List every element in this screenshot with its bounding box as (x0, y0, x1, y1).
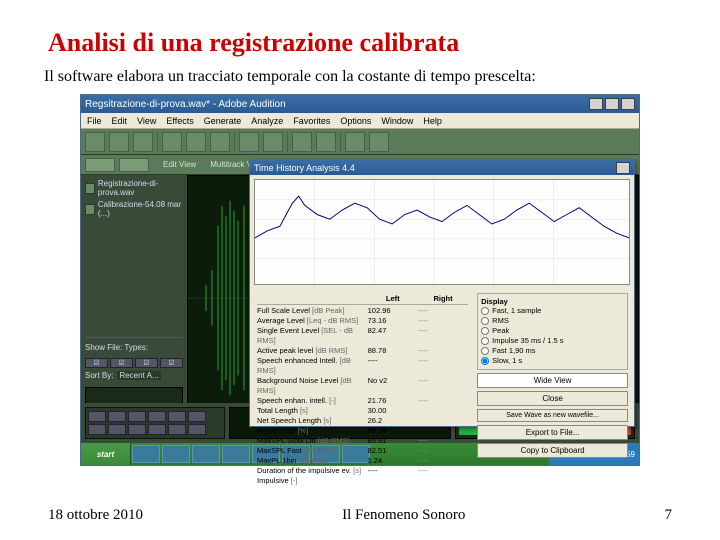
edit-view-button[interactable] (85, 158, 115, 172)
tool-select-icon[interactable] (316, 132, 336, 152)
sort-label: Sort By: (85, 371, 113, 380)
parameter-table: Left Right Full Scale Level [dB Peak]102… (254, 291, 471, 423)
tool-redo-icon[interactable] (263, 132, 283, 152)
file-icon (85, 183, 95, 194)
col-name (257, 294, 368, 303)
file-icon (85, 204, 95, 215)
copy-clipboard-button[interactable]: Copy to Clipboard (477, 443, 628, 458)
radio-peak[interactable] (481, 327, 489, 335)
slide-title: Analisi di una registrazione calibrata (48, 28, 680, 58)
rewind-button[interactable] (148, 411, 166, 422)
radio-fast-190[interactable] (481, 347, 489, 355)
menu-help[interactable]: Help (423, 116, 442, 126)
goto-start-button[interactable] (108, 424, 126, 435)
display-group: Display Fast, 1 sample RMS Peak Impulse … (477, 293, 628, 370)
filter-video[interactable]: ☑ (135, 358, 158, 368)
task-item[interactable] (192, 445, 220, 463)
record-button[interactable] (188, 411, 206, 422)
dialog-close-button[interactable] (616, 162, 630, 174)
close-dialog-button[interactable]: Close (477, 391, 628, 406)
start-button[interactable]: start (81, 443, 131, 465)
col-left: Left (368, 294, 418, 303)
filter-audio[interactable]: ☑ (85, 358, 108, 368)
filter-midi[interactable]: ☑ (160, 358, 183, 368)
menu-favorites[interactable]: Favorites (293, 116, 330, 126)
window-titlebar[interactable]: Regsitrazione-di-prova.wav* - Adobe Audi… (81, 95, 639, 113)
filter-loop[interactable]: ☑ (110, 358, 133, 368)
main-window: Regsitrazione-di-prova.wav* - Adobe Audi… (80, 94, 640, 466)
loop-button[interactable] (88, 424, 106, 435)
pause-button[interactable] (128, 411, 146, 422)
display-group-label: Display (481, 297, 624, 306)
radio-impulse[interactable] (481, 337, 489, 345)
menu-analyze[interactable]: Analyze (251, 116, 283, 126)
play-button[interactable] (88, 411, 106, 422)
tool-save-icon[interactable] (133, 132, 153, 152)
tool-new-icon[interactable] (85, 132, 105, 152)
file-panel: Registrazione-di-prova.wav Calibrazione-… (81, 175, 187, 421)
analysis-dialog: Time History Analysis 4.4 (249, 159, 635, 427)
radio-slow[interactable] (481, 357, 489, 365)
tool-copy-icon[interactable] (162, 132, 182, 152)
transport-controls (85, 407, 225, 439)
menu-effects[interactable]: Effects (166, 116, 193, 126)
menu-file[interactable]: File (87, 116, 102, 126)
tool-cut-icon[interactable] (186, 132, 206, 152)
radio-rms[interactable] (481, 317, 489, 325)
tool-open-icon[interactable] (109, 132, 129, 152)
footer-date: 18 ottobre 2010 (48, 507, 143, 524)
menu-edit[interactable]: Edit (112, 116, 128, 126)
file-item-1[interactable]: Registrazione-di-prova.wav (98, 179, 183, 197)
export-file-button[interactable]: Export to File... (477, 425, 628, 440)
maximize-button[interactable] (605, 98, 619, 110)
menu-generate[interactable]: Generate (204, 116, 242, 126)
tool-undo-icon[interactable] (239, 132, 259, 152)
sort-value[interactable]: Recent A... (117, 371, 160, 380)
zoom-out-button[interactable] (168, 424, 186, 435)
file-item-2[interactable]: Calibrazione-54.08 mar (...) (98, 200, 183, 218)
tool-zoom-icon[interactable] (292, 132, 312, 152)
col-right: Right (418, 294, 468, 303)
footer-center: Il Fenomeno Sonoro (342, 507, 465, 524)
zoom-in-button[interactable] (148, 424, 166, 435)
footer-page: 7 (664, 507, 672, 524)
dialog-title: Time History Analysis 4.4 (254, 163, 355, 173)
menu-view[interactable]: View (137, 116, 156, 126)
minimize-button[interactable] (589, 98, 603, 110)
main-toolbar (81, 129, 639, 155)
goto-end-button[interactable] (128, 424, 146, 435)
forward-button[interactable] (168, 411, 186, 422)
tool-paste-icon[interactable] (210, 132, 230, 152)
wide-view-button[interactable]: Wide View (477, 373, 628, 388)
task-item[interactable] (162, 445, 190, 463)
multitrack-view-button[interactable] (119, 158, 149, 172)
tool-options-icon[interactable] (345, 132, 365, 152)
filetype-label: Show File: Types: (85, 343, 183, 352)
edit-view-label: Edit View (163, 160, 196, 169)
dialog-titlebar[interactable]: Time History Analysis 4.4 (250, 160, 634, 175)
tool-help-icon[interactable] (369, 132, 389, 152)
close-button[interactable] (621, 98, 635, 110)
task-item[interactable] (222, 445, 250, 463)
menu-options[interactable]: Options (340, 116, 371, 126)
window-title: Regsitrazione-di-prova.wav* - Adobe Audi… (85, 99, 286, 110)
task-item[interactable] (132, 445, 160, 463)
menu-window[interactable]: Window (381, 116, 413, 126)
app-screenshot: Regsitrazione-di-prova.wav* - Adobe Audi… (80, 94, 640, 466)
radio-fast-1sample[interactable] (481, 307, 489, 315)
slide-subtitle: Il software elabora un tracciato tempora… (44, 68, 680, 86)
stop-button[interactable] (108, 411, 126, 422)
time-history-graph (254, 179, 630, 285)
menubar[interactable]: File Edit View Effects Generate Analyze … (81, 113, 639, 129)
zoom-full-button[interactable] (188, 424, 206, 435)
save-wave-button[interactable]: Save Wave as new wavefile... (477, 409, 628, 422)
